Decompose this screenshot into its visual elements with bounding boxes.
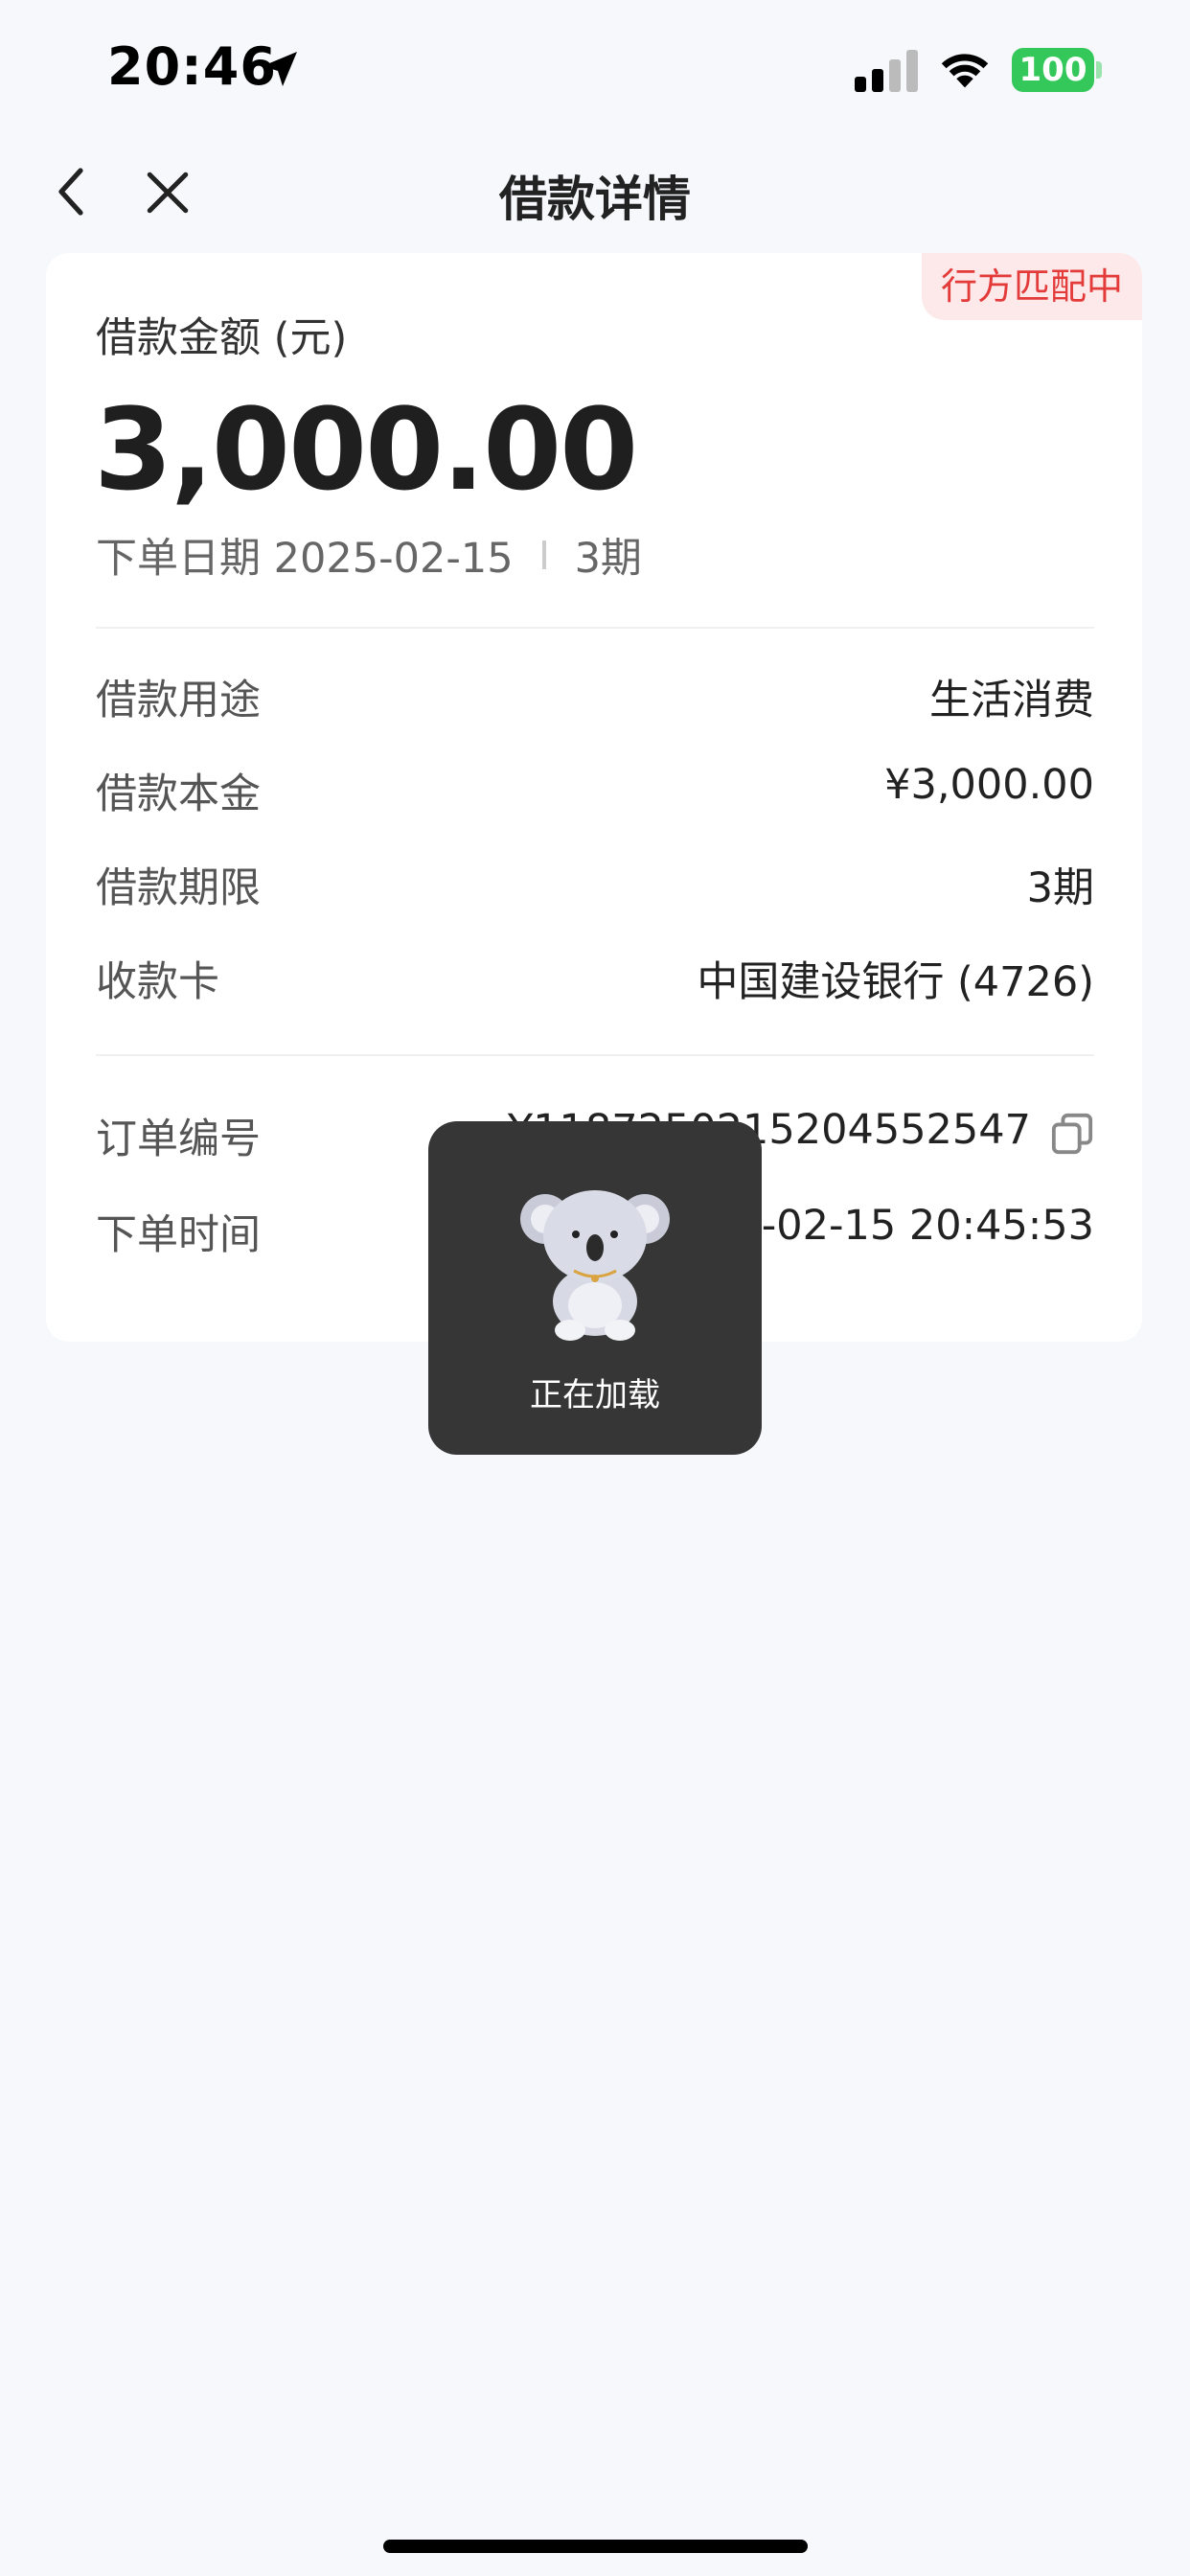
detail-row: 借款本金 ¥3,000.00 (96, 761, 1094, 818)
amount-value: 3,000.00 (94, 383, 638, 516)
detail-label: 借款期限 (96, 864, 261, 912)
detail-label: 借款本金 (96, 770, 261, 818)
order-date: 下单日期 2025-02-15 (96, 535, 514, 583)
home-indicator[interactable] (383, 2540, 808, 2553)
detail-value: 生活消费 (929, 677, 1094, 724)
cellular-signal-icon (855, 50, 918, 92)
order-time-label: 下单时间 (96, 1211, 261, 1259)
close-icon[interactable] (144, 169, 192, 217)
copy-icon[interactable] (1050, 1112, 1094, 1156)
detail-value: 中国建设银行 (4726) (697, 958, 1094, 1006)
detail-value: 3期 (1026, 864, 1094, 912)
detail-row: 借款用途 生活消费 (96, 667, 1094, 724)
detail-label: 收款卡 (96, 958, 219, 1006)
periods: 3期 (574, 535, 642, 583)
loading-text: 正在加载 (530, 1376, 660, 1414)
koala-mascot-icon (520, 1190, 670, 1341)
chevron-left-icon[interactable] (48, 163, 94, 220)
detail-row: 收款卡 中国建设银行 (4726) (96, 949, 1094, 1006)
status-bar: 20:46 100 (0, 0, 1190, 144)
location-arrow-icon (263, 52, 297, 86)
detail-value: ¥3,000.00 (884, 761, 1094, 809)
divider (96, 627, 1094, 629)
order-date-line: 下单日期 2025-02-15 3期 (96, 525, 642, 585)
detail-label: 借款用途 (96, 677, 261, 724)
amount-label: 借款金额 (元) (96, 314, 348, 362)
battery-tip (1096, 61, 1102, 79)
wifi-icon (941, 54, 989, 88)
loading-toast: 正在加载 (428, 1121, 762, 1455)
separator (541, 540, 546, 569)
status-badge: 行方匹配中 (921, 253, 1142, 320)
battery-icon: 100 (1012, 48, 1094, 92)
divider (96, 1054, 1094, 1056)
status-time: 20:46 (107, 36, 277, 97)
order-number-label: 订单编号 (96, 1116, 261, 1163)
detail-row: 借款期限 3期 (96, 855, 1094, 912)
